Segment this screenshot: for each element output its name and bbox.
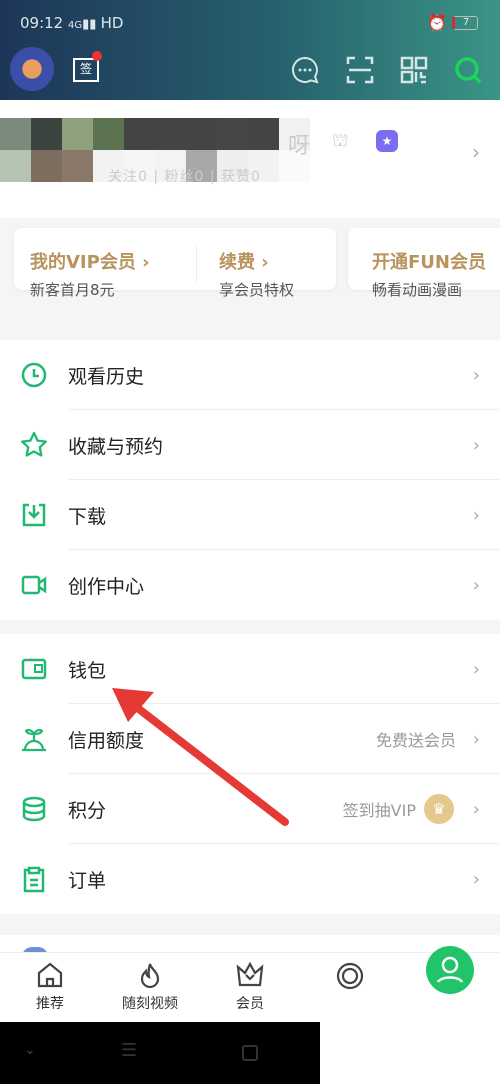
tab-me[interactable] (426, 946, 474, 994)
menu-label: 积分 (68, 799, 107, 822)
renew-subtitle: 享会员特权 (219, 281, 295, 299)
menu-item-favorites[interactable]: 收藏与预约 › (0, 410, 500, 480)
menu-group-2: 钱包 › 信用额度 免费送会员 › 积分 签到抽VIP ♛ › 订单 › (0, 634, 500, 914)
tab-vip[interactable]: 会员 (210, 961, 290, 1013)
menu-item-points[interactable]: 积分 签到抽VIP ♛ › (0, 774, 500, 844)
clock: 09:12 (20, 14, 64, 32)
scan-icon[interactable] (346, 56, 374, 84)
alarm-icon: ⏰ (427, 13, 447, 32)
download-icon (22, 503, 46, 527)
chevron-right-icon: › (472, 364, 480, 386)
profile-section[interactable]: 呀 ⛫ ★ 关注0 | 粉丝0 | 获赞0 › (0, 100, 500, 218)
chevron-right-icon: › (472, 798, 480, 820)
menu-label: 订单 (68, 869, 107, 892)
menu-item-creator-center[interactable]: 创作中心 › (0, 550, 500, 620)
menu-item-wallet[interactable]: 钱包 › (0, 634, 500, 704)
chevron-right-icon: › (472, 728, 480, 750)
network-type: 4G (68, 20, 83, 31)
username-fragment: 呀 (288, 134, 311, 159)
clipboard-icon (23, 866, 45, 893)
menu-label: 钱包 (68, 659, 107, 682)
vip-subtitle: 新客首月8元 (30, 281, 115, 299)
menu-item-history[interactable]: 观看历史 › (0, 340, 500, 410)
nav-recents-icon[interactable] (242, 1045, 258, 1061)
message-icon[interactable] (291, 56, 319, 84)
level-badge-icon: ⛫ (332, 130, 349, 151)
chevron-right-icon: › (472, 574, 480, 596)
chevron-right-icon: › (472, 658, 480, 680)
coins-icon (22, 796, 46, 822)
points-promo-text: 签到抽VIP (342, 801, 416, 820)
chevron-right-icon: › (472, 504, 480, 526)
clock-icon (21, 362, 47, 388)
menu-label: 创作中心 (68, 575, 145, 598)
nav-back-icon[interactable]: ⌄ (24, 1042, 36, 1058)
top-header: 09:12 4G▮▮ HD ⏰ 7 签 (0, 0, 500, 100)
wallet-icon (21, 658, 47, 680)
circle-target-icon (336, 962, 364, 990)
system-navigation-bar: ⌄ ☰ (0, 1022, 320, 1084)
chevron-right-icon: › (472, 434, 480, 456)
profile-stats: 关注0 | 粉丝0 | 获赞0 (108, 169, 261, 185)
tab-label: 推荐 (36, 996, 64, 1012)
vip-card-my-vip[interactable]: 我的VIP会员 › 新客首月8元 续费 › 享会员特权 (14, 228, 336, 299)
star-icon (21, 431, 47, 457)
hd-indicator: HD (100, 14, 124, 32)
menu-label: 收藏与预约 (68, 435, 164, 458)
user-icon (436, 956, 464, 983)
menu-item-orders[interactable]: 订单 › (0, 844, 500, 914)
crown-icon (236, 961, 264, 987)
battery-icon: 7 (452, 15, 478, 30)
crown-badge-icon: ♛ (424, 794, 454, 824)
menu-item-credit[interactable]: 信用额度 免费送会员 › (0, 704, 500, 774)
tab-recommend[interactable]: 推荐 (10, 961, 90, 1013)
fun-title: 开通FUN会员 (372, 252, 486, 273)
menu-label: 信用额度 (68, 729, 145, 752)
menu-label: 下载 (68, 505, 107, 528)
vip-card-fun[interactable]: 开通FUN会员 畅看动画漫画 (348, 228, 500, 299)
avatar[interactable] (10, 47, 54, 91)
chevron-right-icon: › (472, 140, 480, 164)
tab-label: 会员 (236, 996, 264, 1012)
home-icon (37, 962, 63, 988)
video-camera-icon (21, 575, 47, 595)
menu-item-download[interactable]: 下载 › (0, 480, 500, 550)
vip-title: 我的VIP会员 › (30, 252, 150, 273)
vip-star-badge-icon: ★ (376, 130, 398, 152)
renew-title[interactable]: 续费 › (219, 248, 269, 274)
tab-label: 随刻视频 (122, 996, 178, 1012)
menu-label: 观看历史 (68, 365, 145, 388)
tab-short-video[interactable]: 随刻视频 (110, 961, 190, 1013)
fun-subtitle: 畅看动画漫画 (372, 281, 463, 299)
status-bar: 09:12 4G▮▮ HD (20, 14, 124, 32)
qr-code-icon[interactable] (400, 56, 428, 84)
bottom-tab-bar: 推荐 随刻视频 会员 (0, 952, 500, 1022)
credit-promo-text: 免费送会员 (375, 731, 456, 750)
tab-discover[interactable] (310, 961, 390, 995)
nav-menu-icon[interactable]: ☰ (121, 1040, 137, 1061)
search-icon[interactable] (454, 56, 482, 84)
sprout-icon (22, 728, 46, 752)
flame-icon (140, 963, 160, 989)
menu-group-1: 观看历史 › 收藏与预约 › 下载 › 创作中心 › (0, 340, 500, 620)
sign-in-calendar-icon[interactable]: 签 (73, 58, 99, 82)
notification-dot (92, 51, 102, 61)
chevron-right-icon: › (472, 868, 480, 890)
